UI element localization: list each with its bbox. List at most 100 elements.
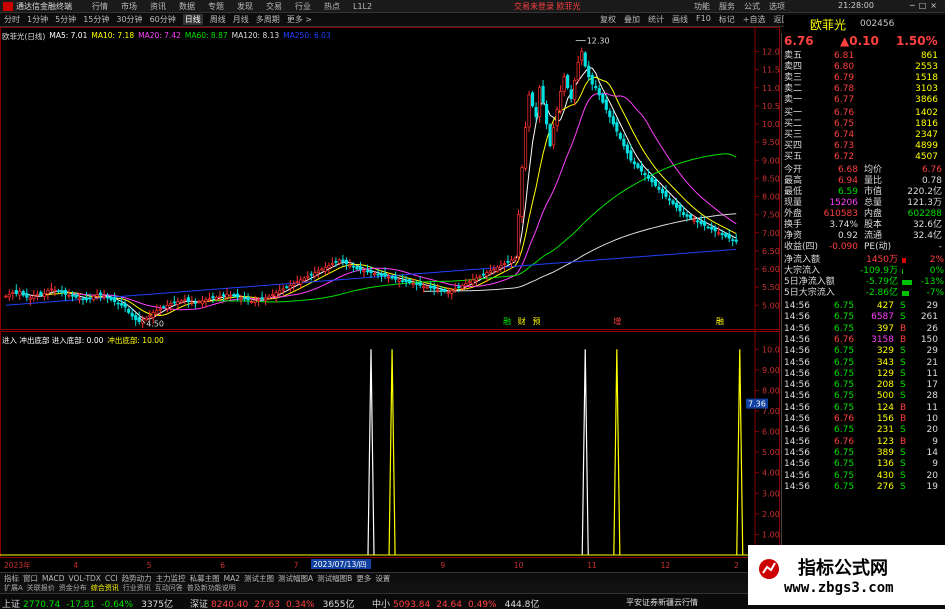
candle-body [253,300,257,303]
index-quote[interactable]: 深证 8240.40 27.63 0.34% 3655亿 [190,597,355,609]
menubar-right-item[interactable]: 公式 [744,2,760,11]
candle [18,287,22,301]
candle-body [657,186,661,190]
candle [559,85,563,114]
index-quote[interactable]: 上证 2770.74 -17.81 -0.64% 3375亿 [2,597,173,609]
indicator-tab[interactable]: 设置 [375,573,390,584]
indicator-tab[interactable]: 测试幅图A [278,573,313,584]
period-tab[interactable]: 60分钟 [150,14,176,25]
tick-time: 14:56 [784,459,810,470]
tick-count: 20 [926,470,938,481]
tick-time: 14:56 [784,323,810,334]
minimize-icon[interactable]: ─ [910,1,919,10]
period-tab[interactable]: 1分钟 [27,14,48,25]
indicator-tab[interactable]: 私募主图 [190,573,220,584]
menu-item[interactable]: 专题 [208,2,224,11]
chart-canvas[interactable]: 12.00 11.50 11.00 10.50 10.00 9.50 9.00 8.50 8.0… [0,27,780,572]
indicator-tab[interactable]: MACD [42,574,64,583]
close-icon[interactable]: × [930,1,941,10]
period-tab[interactable]: 15分钟 [83,14,109,25]
trade-status-text[interactable]: 交易未登录 欧菲光 [514,1,581,12]
candle [590,72,594,91]
candle-body [257,299,261,302]
function-tab[interactable]: 互动问答 [155,583,183,593]
stat-value: 6.68 [837,165,858,175]
ask-volume: 2553 [915,62,938,72]
function-tab[interactable]: 扩展A [4,583,23,593]
candle-body [42,293,46,297]
candle-body [653,179,658,186]
period-tab[interactable]: 30分钟 [116,14,142,25]
menu-item[interactable]: L1L2 [353,2,372,11]
candle [615,118,619,137]
period-tab[interactable]: 分时 [4,14,20,25]
chart-tool-button[interactable]: 叠加 [624,14,640,25]
indicator-tab[interactable]: CCI [105,574,118,583]
indicator-tab[interactable]: 主力监控 [156,573,186,584]
candle [576,56,580,83]
tick-price: 6.75 [834,447,855,458]
chart-tool-button[interactable]: 统计 [648,14,664,25]
menu-item[interactable]: 发现 [237,2,253,11]
fund-flow-bar [902,291,909,296]
period-tab[interactable]: 月线 [233,14,249,25]
candle-body [190,302,194,304]
menu-item[interactable]: 资讯 [150,2,166,11]
index-quote[interactable]: 中小 5093.84 24.64 0.49% 444.8亿 [372,597,539,609]
period-tab[interactable]: 周线 [210,14,226,25]
chart-tool-button[interactable]: 复权 [600,14,616,25]
candle [587,60,591,81]
function-tab[interactable]: 综合资讯 [91,583,119,593]
indicator-tab[interactable]: 测试幅图B [317,573,352,584]
function-tab[interactable]: 普及新功能说明 [187,583,236,593]
tick-side: S [900,481,906,492]
function-tab[interactable]: 资金分布 [59,583,87,593]
indicator-tab[interactable]: 趋势动力 [122,573,152,584]
indicator-tab[interactable]: VOL-TDX [68,574,100,583]
period-tab[interactable]: 更多 > [287,14,312,25]
menubar-right-item[interactable]: 服务 [719,2,735,11]
chart-tool-button[interactable]: +自选 [743,14,766,25]
candle [502,260,507,271]
menubar-right-item[interactable]: 选项 [769,2,785,11]
indicator-tab[interactable]: MA2 [224,574,240,583]
fund-flow-label: 5日大宗流入 [784,288,835,298]
candle-body [302,277,306,281]
period-tab[interactable]: 5分钟 [55,14,76,25]
function-tab[interactable]: 关联报价 [27,583,55,593]
function-tab[interactable]: 行业资讯 [123,583,151,593]
period-tab[interactable]: 多周期 [256,14,280,25]
chart-tool-button[interactable]: F10 [696,14,711,25]
menubar-right-item[interactable]: 功能 [694,2,710,11]
indicator-tab[interactable]: 窗口 [23,573,38,584]
chart-tool-button[interactable]: 画线 [672,14,688,25]
stock-header: 欧菲光 002456 [784,15,945,33]
candle-body [344,259,348,264]
indicator-legend-item: 进入 冲出底部 进入底部: 0.00 [2,336,104,345]
menu-item[interactable]: 行情 [92,2,108,11]
candle [569,84,573,103]
candle [562,72,566,97]
candle-body [299,279,303,285]
menu-item[interactable]: 市场 [121,2,137,11]
bid-row: 买三 6.74 2347 [782,130,945,141]
indicator-tab[interactable]: 指标 [4,573,19,584]
menu-item[interactable]: 行业 [295,2,311,11]
bid-label: 买四 [784,141,803,151]
indicator-tick-label: 9.00 [762,366,780,375]
period-tab[interactable]: 日线 [182,14,203,25]
maximize-icon[interactable]: □ [919,1,931,10]
menu-item[interactable]: 交易 [266,2,282,11]
index-change: 24.64 [436,600,462,609]
stat-label: 收益(四) [784,242,819,252]
time-tick-label: 12 [661,561,671,570]
tick-side: B [900,436,907,447]
window-controls[interactable]: ─□× [910,1,941,10]
ask-row: 卖二 6.78 3103 [782,84,945,95]
indicator-tab[interactable]: 更多 [356,573,371,584]
chart-tool-button[interactable]: 标记 [719,14,735,25]
menu-item[interactable]: 数据 [179,2,195,11]
tick-time: 14:56 [784,447,810,458]
menu-item[interactable]: 热点 [324,2,340,11]
indicator-tab[interactable]: 测试主图 [244,573,274,584]
